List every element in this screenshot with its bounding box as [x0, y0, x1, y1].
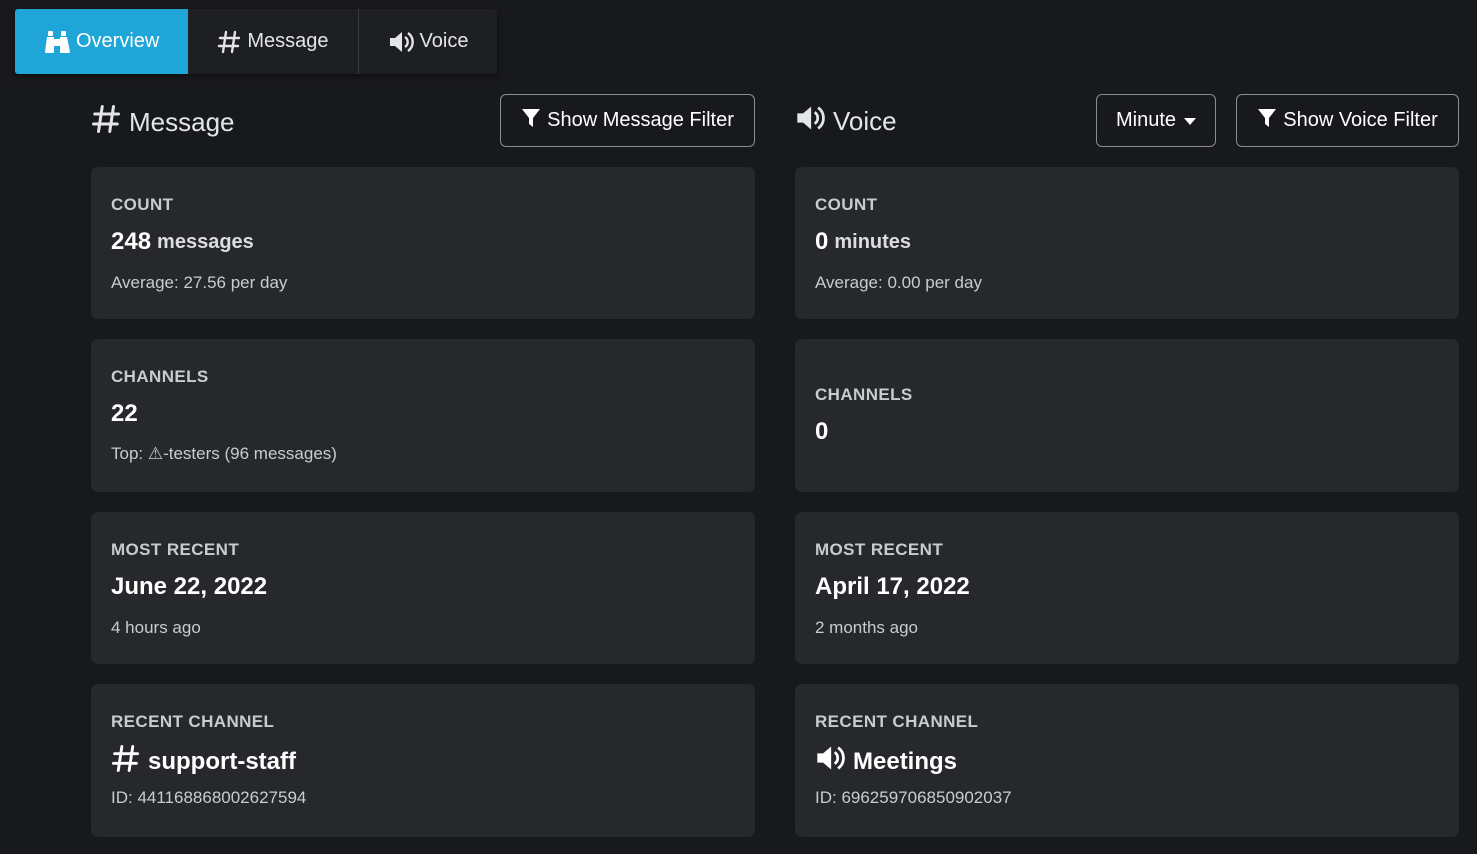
channel-name: support-staff [148, 748, 296, 775]
count-number: 248 [111, 228, 152, 255]
card-label: MOST RECENT [815, 540, 944, 559]
voice-average: Average: 0.00 per day [815, 273, 982, 292]
card-label: COUNT [111, 195, 174, 214]
voice-recent-channel-id: ID: 696259706850902037 [815, 788, 1012, 807]
card-label: RECENT CHANNEL [815, 712, 979, 731]
voice-count-value: 0 minutes [815, 228, 911, 256]
button-label: Show Message Filter [547, 109, 734, 131]
card-label: CHANNELS [815, 385, 913, 404]
voice-count-card: COUNT 0 minutes Average: 0.00 per day [795, 167, 1459, 319]
message-recent-channel-id: ID: 441168868002627594 [111, 788, 307, 807]
tab-label: Overview [76, 30, 160, 52]
message-most-recent-date: June 22, 2022 [111, 573, 268, 600]
message-section-title: Message [91, 104, 235, 141]
show-voice-filter-button[interactable]: Show Voice Filter [1236, 94, 1459, 147]
tab-message[interactable]: Message [188, 9, 357, 74]
tab-bar: Overview Message Voice [15, 9, 498, 74]
hash-icon [91, 104, 121, 141]
tab-label: Message [247, 30, 329, 52]
section-title-text: Voice [833, 106, 897, 136]
message-header: Message Show Message Filter [91, 94, 755, 147]
binoculars-icon [44, 30, 70, 54]
voice-recent-channel-name: Meetings [815, 744, 957, 779]
unit-dropdown[interactable]: Minute [1096, 94, 1216, 147]
tab-label: Voice [419, 30, 469, 52]
voice-column: Voice Minute Show Voice Filter COUNT 0 m… [795, 94, 1459, 837]
caret-down-icon [1184, 118, 1197, 125]
message-most-recent-card: MOST RECENT June 22, 2022 4 hours ago [91, 512, 755, 664]
message-column: Message Show Message Filter COUNT 248 me… [91, 94, 755, 837]
count-unit: messages [157, 230, 254, 253]
speaker-icon [815, 744, 845, 779]
card-label: RECENT CHANNEL [111, 712, 275, 731]
message-average: Average: 27.56 per day [111, 273, 288, 292]
message-recent-channel-card: RECENT CHANNEL support-staff ID: 4411688… [91, 684, 755, 837]
voice-recent-channel-card: RECENT CHANNEL Meetings ID: 696259706850… [795, 684, 1459, 837]
count-unit: minutes [834, 230, 912, 253]
message-channels-card: CHANNELS 22 Top: ⚠-testers (96 messages) [91, 339, 755, 492]
voice-most-recent-ago: 2 months ago [815, 618, 919, 637]
speaker-icon [795, 104, 825, 139]
button-label: Show Voice Filter [1283, 109, 1438, 131]
count-number: 0 [815, 228, 829, 255]
voice-header: Voice Minute Show Voice Filter [795, 94, 1459, 147]
hash-icon [217, 30, 241, 54]
filter-icon [1257, 108, 1277, 134]
hash-icon [111, 744, 140, 780]
speaker-icon [388, 30, 414, 54]
voice-most-recent-date: April 17, 2022 [815, 573, 970, 600]
channel-name: Meetings [853, 747, 958, 775]
voice-channels-card: CHANNELS 0 [795, 339, 1459, 492]
show-message-filter-button[interactable]: Show Message Filter [500, 94, 755, 147]
section-title-text: Message [129, 107, 235, 137]
message-count-card: COUNT 248 messages Average: 27.56 per da… [91, 167, 755, 319]
message-top-channel: Top: ⚠-testers (96 messages) [111, 444, 337, 463]
card-label: MOST RECENT [111, 540, 240, 559]
dropdown-label: Minute [1115, 109, 1177, 131]
card-label: COUNT [815, 195, 878, 214]
voice-most-recent-card: MOST RECENT April 17, 2022 2 months ago [795, 512, 1459, 664]
message-count-value: 248 messages [111, 228, 254, 256]
message-most-recent-ago: 4 hours ago [111, 618, 201, 637]
filter-icon [521, 108, 541, 134]
message-recent-channel-name: support-staff [111, 744, 296, 780]
message-channels-value: 22 [111, 400, 138, 427]
tab-overview[interactable]: Overview [15, 9, 189, 74]
voice-channels-value: 0 [815, 418, 829, 445]
card-label: CHANNELS [111, 367, 209, 386]
voice-section-title: Voice [795, 104, 897, 139]
tab-voice[interactable]: Voice [357, 9, 498, 74]
